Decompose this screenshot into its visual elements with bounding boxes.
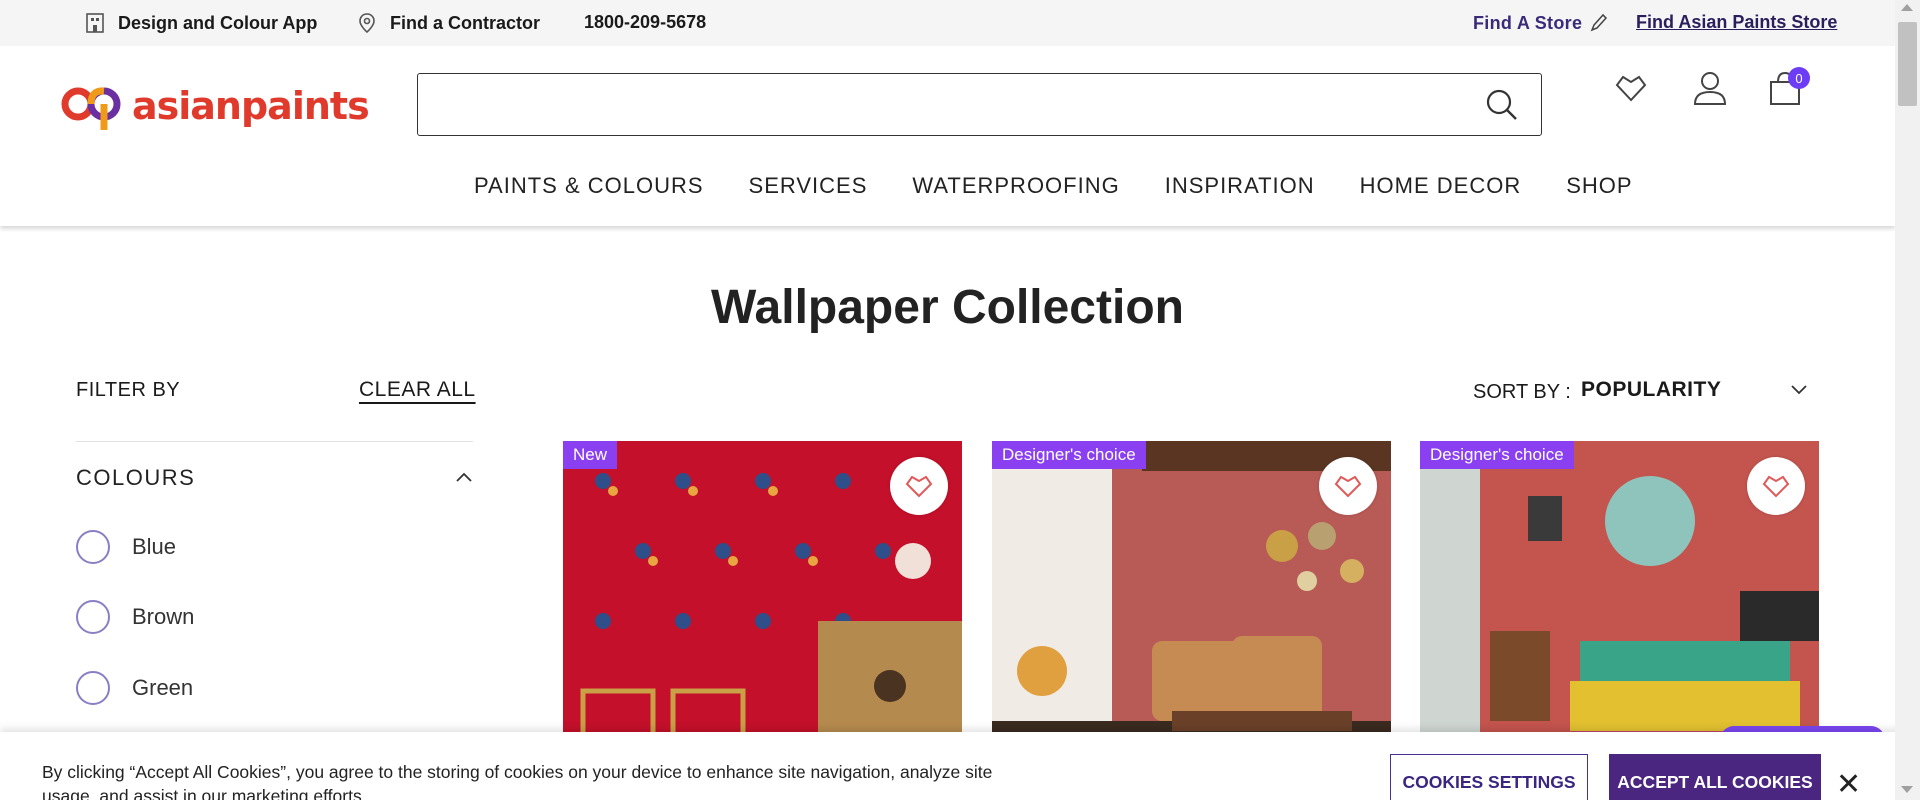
top-utility-bar: Design and Colour App Find a Contractor …	[0, 0, 1895, 46]
main-navigation: PAINTS & COLOURS SERVICES WATERPROOFING …	[474, 173, 1678, 199]
clear-all-button[interactable]: CLEAR ALL	[359, 378, 476, 402]
page-scrollbar[interactable]	[1895, 0, 1920, 800]
new-badge: New	[563, 441, 618, 469]
heart-icon	[1334, 475, 1362, 498]
filter-by-label: FILTER BY	[76, 379, 181, 401]
scroll-down-arrow-icon[interactable]	[1901, 786, 1913, 793]
radio-button[interactable]	[76, 671, 110, 705]
pencil-icon	[1590, 13, 1608, 32]
cookie-consent-text: By clicking “Accept All Cookies”, you ag…	[42, 762, 993, 800]
nav-home-decor[interactable]: HOME DECOR	[1360, 173, 1522, 199]
nav-services[interactable]: SERVICES	[749, 173, 868, 199]
sort-dropdown[interactable]: POPULARITY	[1581, 378, 1721, 402]
logo-mark-icon	[61, 87, 121, 130]
radio-button[interactable]	[76, 600, 110, 634]
page-title: Wallpaper Collection	[711, 281, 1184, 334]
scrollbar-thumb[interactable]	[1898, 22, 1917, 106]
heart-icon	[1762, 475, 1790, 498]
find-contractor-label: Find a Contractor	[390, 12, 541, 33]
nav-inspiration[interactable]: INSPIRATION	[1165, 173, 1315, 199]
cookie-consent-banner: By clicking “Accept All Cookies”, you ag…	[0, 732, 1920, 800]
colour-option-label: Brown	[132, 604, 195, 629]
sort-by-label: SORT BY :	[1473, 381, 1571, 403]
designers-choice-badge: Designer's choice	[992, 441, 1146, 469]
chevron-up-icon[interactable]	[455, 470, 473, 484]
find-contractor-link[interactable]: Find a Contractor	[356, 12, 540, 34]
add-to-wishlist-button[interactable]	[890, 457, 948, 515]
filter-divider	[76, 441, 473, 442]
logo-text: asianpaints	[132, 84, 370, 128]
design-app-label: Design and Colour App	[118, 12, 318, 33]
user-account-icon[interactable]	[1690, 68, 1730, 108]
location-pin-icon	[359, 13, 375, 34]
close-icon[interactable]: ✕	[1836, 770, 1861, 800]
building-icon	[86, 13, 104, 33]
radio-button[interactable]	[76, 530, 110, 564]
design-app-link[interactable]: Design and Colour App	[84, 12, 317, 34]
product-card[interactable]: New	[563, 441, 962, 761]
add-to-wishlist-button[interactable]	[1319, 457, 1377, 515]
cookies-settings-button[interactable]: COOKIES SETTINGS	[1390, 754, 1588, 800]
wishlist-heart-icon[interactable]	[1611, 68, 1651, 108]
find-store-label: Find A Store	[1473, 12, 1583, 33]
colour-option-label: Green	[132, 675, 194, 700]
find-asian-paints-store-link[interactable]: Find Asian Paints Store	[1636, 12, 1837, 33]
main-header: asianpaints 0 PAINTS & COLOURS SERVICES …	[0, 46, 1895, 226]
page: Design and Colour App Find a Contractor …	[0, 0, 1920, 800]
nav-shop[interactable]: SHOP	[1566, 173, 1632, 199]
heart-icon	[905, 475, 933, 498]
chevron-down-icon[interactable]	[1790, 384, 1808, 396]
designers-choice-badge: Designer's choice	[1420, 441, 1574, 469]
colour-option-green[interactable]: Green	[76, 671, 193, 705]
add-to-wishlist-button[interactable]	[1747, 457, 1805, 515]
colour-option-blue[interactable]: Blue	[76, 530, 176, 564]
nav-paints-colours[interactable]: PAINTS & COLOURS	[474, 173, 704, 199]
cart-count-badge: 0	[1788, 67, 1810, 89]
accept-all-cookies-button[interactable]: ACCEPT ALL COOKIES	[1609, 754, 1821, 800]
search-icon[interactable]	[1485, 88, 1519, 122]
product-card[interactable]: Designer's choice	[992, 441, 1391, 761]
find-store-link[interactable]: Find A Store	[1473, 12, 1608, 34]
colour-option-brown[interactable]: Brown	[76, 600, 194, 634]
colours-filter-header[interactable]: COLOURS	[76, 465, 195, 491]
phone-number-link[interactable]: 1800-209-5678	[584, 12, 706, 33]
scroll-up-arrow-icon[interactable]	[1901, 4, 1913, 11]
phone-number: 1800-209-5678	[584, 12, 707, 32]
search-input[interactable]	[417, 73, 1542, 136]
product-card[interactable]: Designer's choice	[1420, 441, 1819, 761]
nav-waterproofing[interactable]: WATERPROOFING	[912, 173, 1119, 199]
colour-option-label: Blue	[132, 534, 177, 559]
asianpaints-logo[interactable]: asianpaints	[60, 80, 370, 132]
